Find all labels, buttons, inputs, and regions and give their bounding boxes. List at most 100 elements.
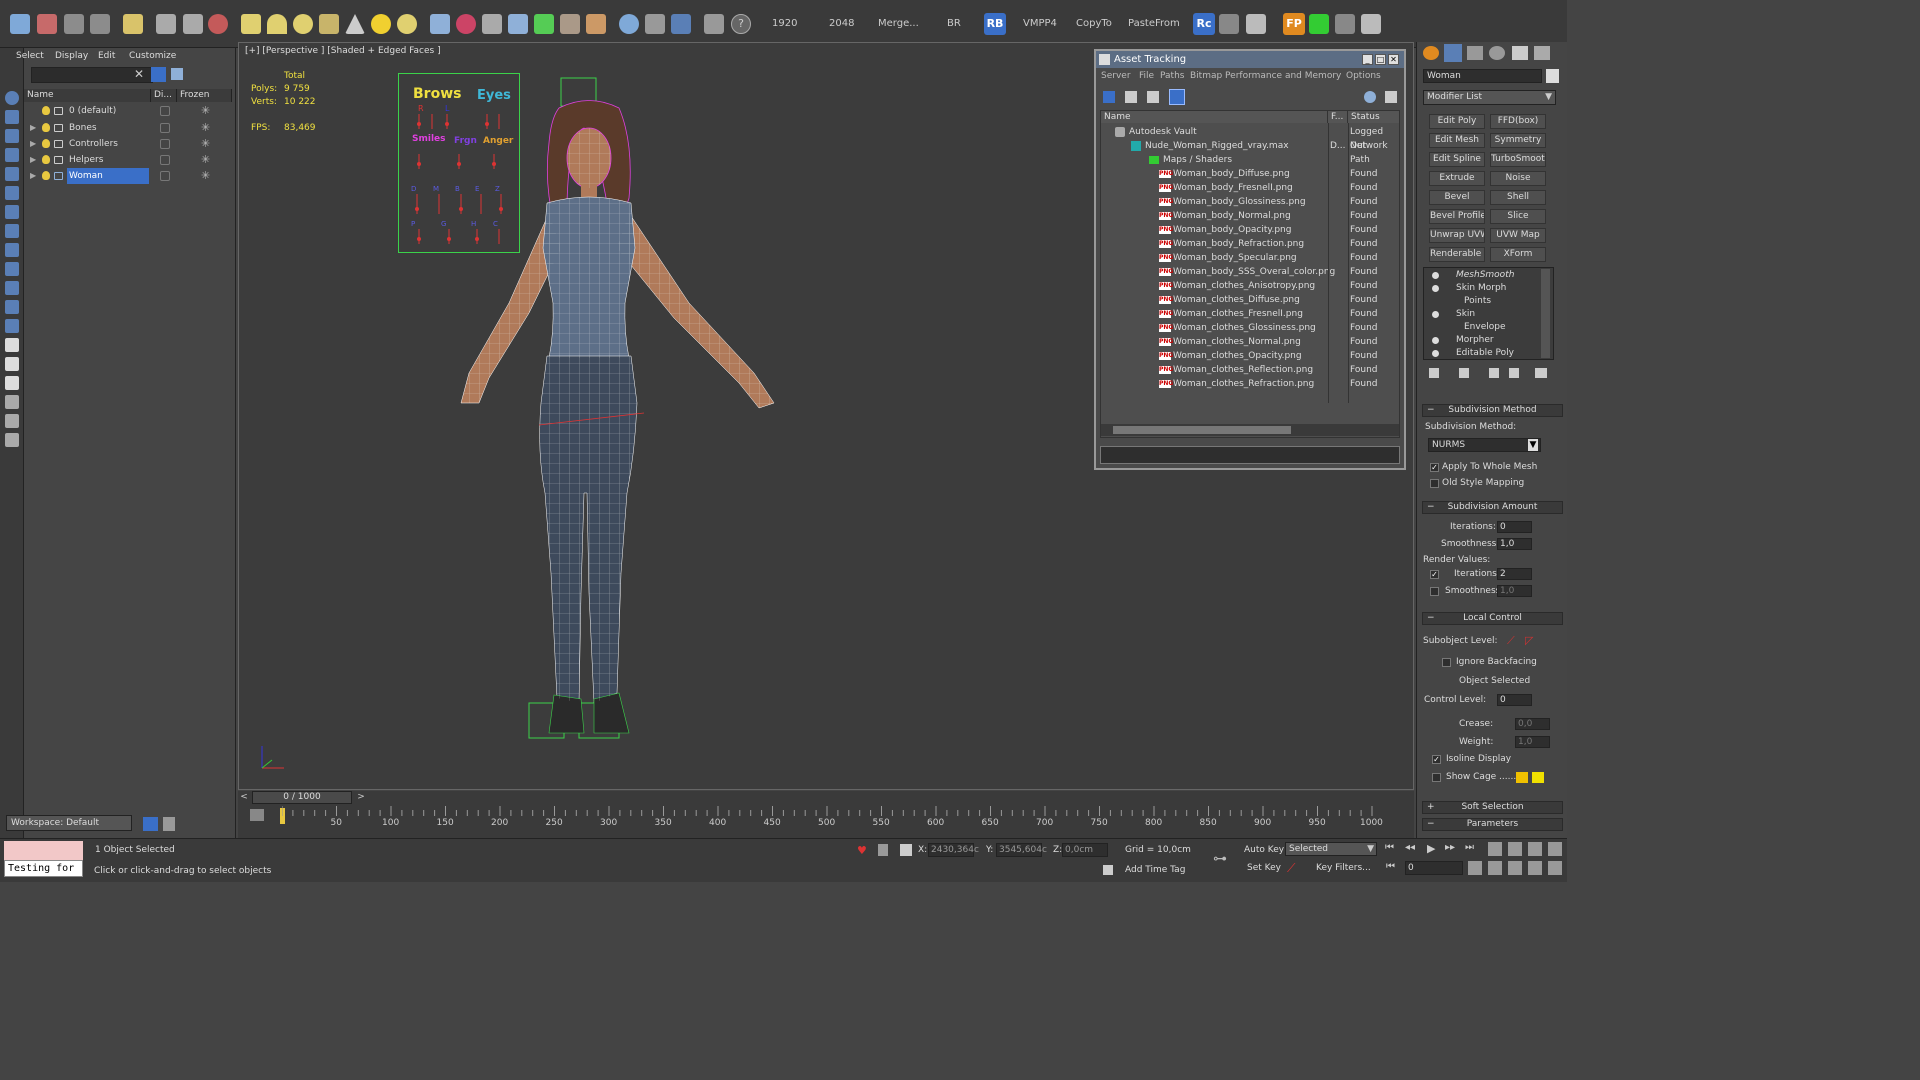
asset-row[interactable]: PNG Woman_body_Glossiness.png Found: [1101, 195, 1399, 209]
asset-row[interactable]: PNG Woman_body_FresnelI.png Found: [1101, 181, 1399, 195]
asset-row[interactable]: PNG Woman_clothes_Anisotropy.png Found: [1101, 279, 1399, 293]
configure-sets-icon[interactable]: [1535, 368, 1547, 378]
absolute-mode-icon[interactable]: [900, 844, 912, 856]
modifier-toggle-icon[interactable]: [1432, 311, 1439, 318]
workspace-dropdown[interactable]: Workspace: Default: [6, 815, 132, 831]
modifier-button-renderable-spline[interactable]: Renderable Spline: [1429, 247, 1485, 262]
render-iterations-spinner[interactable]: 2: [1497, 568, 1532, 580]
modifier-toggle-icon[interactable]: [1432, 285, 1439, 292]
freeze-snowflake-icon[interactable]: ✳: [201, 136, 210, 152]
layer-manager-icon[interactable]: [64, 14, 84, 34]
network-icon[interactable]: [508, 14, 528, 34]
y-coordinate-field[interactable]: 3545,604c: [996, 843, 1047, 857]
display-objects-icon[interactable]: [5, 91, 19, 105]
asset-row[interactable]: PNG Woman_body_SSS_Overal_color.png Found: [1101, 265, 1399, 279]
asset-row[interactable]: PNG Woman_clothes_Opacity.png Found: [1101, 349, 1399, 363]
modifier-toggle-icon[interactable]: [1432, 350, 1439, 357]
track-bar-icon[interactable]: [250, 809, 264, 821]
expand-arrow-icon[interactable]: ▶: [30, 152, 36, 168]
copyto-button[interactable]: CopyTo: [1076, 18, 1112, 29]
display-containers-icon[interactable]: [5, 281, 19, 295]
expand-arrow-icon[interactable]: ▶: [30, 168, 36, 184]
rb-button[interactable]: RB: [984, 13, 1006, 35]
show-cage-checkbox[interactable]: [1432, 773, 1441, 782]
play-icon[interactable]: ▶: [1427, 842, 1441, 856]
horizontal-scrollbar[interactable]: [1101, 424, 1399, 436]
display-none-icon[interactable]: [5, 357, 19, 371]
modifier-button-unwrap-uvw[interactable]: Unwrap UVW: [1429, 228, 1485, 243]
display-shapes-icon[interactable]: [5, 129, 19, 143]
set-key-icon[interactable]: ⟋: [1287, 861, 1303, 875]
sync-selection-icon[interactable]: [5, 395, 19, 409]
asset-tracking-titlebar[interactable]: Asset Tracking _ □ ✕: [1096, 51, 1404, 68]
render-iterations-checkbox[interactable]: ✓: [1430, 570, 1439, 579]
close-button[interactable]: ✕: [1388, 54, 1399, 65]
asset-row[interactable]: PNG Woman_body_Specular.png Found: [1101, 251, 1399, 265]
maximize-viewport-icon[interactable]: [1548, 861, 1562, 875]
zoom-all-icon[interactable]: [1508, 842, 1522, 856]
key-filters-button[interactable]: Key Filters...: [1316, 863, 1371, 873]
set-key-button[interactable]: Set Key: [1247, 863, 1281, 873]
merge-button[interactable]: Merge...: [878, 18, 919, 29]
asset-menu-paths[interactable]: Paths: [1160, 71, 1184, 81]
freeze-snowflake-icon[interactable]: ✳: [201, 168, 210, 184]
display-box-icon[interactable]: [160, 123, 170, 133]
asset-menu-bitmap-performance[interactable]: Bitmap Performance and Memory: [1190, 71, 1341, 81]
lightbulb-icon[interactable]: [42, 123, 50, 132]
mirror-icon[interactable]: [704, 14, 724, 34]
display-xrefs-icon[interactable]: [5, 243, 19, 257]
stack-item[interactable]: Points: [1464, 296, 1491, 306]
cone-icon[interactable]: [345, 14, 365, 34]
camera-icon[interactable]: [671, 14, 691, 34]
sun-icon[interactable]: [371, 14, 391, 34]
object-name-field[interactable]: Woman: [1423, 69, 1542, 83]
prev-frame-icon[interactable]: <: [238, 791, 250, 804]
auto-key-button[interactable]: Auto Key: [1244, 845, 1284, 855]
modifier-button-extrude[interactable]: Extrude: [1429, 171, 1485, 186]
explorer-row-controllers[interactable]: ▶ Controllers ✳: [24, 136, 232, 152]
hair-icon[interactable]: [560, 14, 580, 34]
box-icon[interactable]: [241, 14, 261, 34]
z-coordinate-field[interactable]: 0,0cm: [1062, 843, 1108, 857]
stack-item[interactable]: Editable Poly: [1456, 348, 1514, 358]
display-tab-icon[interactable]: [1512, 46, 1528, 60]
time-config-icon[interactable]: [1468, 861, 1482, 875]
scene-explorer-icon[interactable]: [90, 14, 110, 34]
refresh-icon[interactable]: [1103, 91, 1115, 103]
render-smoothness-checkbox[interactable]: [1430, 587, 1439, 596]
iterations-spinner[interactable]: 0: [1497, 521, 1532, 533]
parameters-rollout[interactable]: − Parameters: [1422, 818, 1563, 831]
key-mode-toggle-icon[interactable]: ⏮: [1386, 861, 1400, 875]
clear-search-icon[interactable]: ✕: [134, 67, 146, 81]
tools2-icon[interactable]: [1335, 14, 1355, 34]
modifier-button-ffd-box-[interactable]: FFD(box): [1490, 114, 1546, 129]
x-coordinate-field[interactable]: 2430,364c: [928, 843, 979, 857]
timeline[interactable]: < 0 / 1000 > 50 100 150 200 250 300 350 400 450 5…: [238, 791, 1414, 838]
asset-row[interactable]: Nude_Woman_Rigged_vray.max D... Network Pa…: [1101, 139, 1399, 165]
display-geometry-icon[interactable]: [5, 110, 19, 124]
isoline-display-checkbox[interactable]: ✓: [1432, 755, 1441, 764]
particle-icon[interactable]: [156, 14, 176, 34]
next-frame-icon[interactable]: >: [355, 791, 367, 804]
list-icon[interactable]: [1246, 14, 1266, 34]
modifier-toggle-icon[interactable]: [1432, 272, 1439, 279]
sphere-icon[interactable]: [293, 14, 313, 34]
explorer-row-bones[interactable]: ▶ Bones ✳: [24, 120, 232, 136]
explorer-menu-edit[interactable]: Edit: [98, 51, 115, 61]
local-control-rollout[interactable]: − Local Control: [1422, 612, 1563, 625]
fp-button[interactable]: FP: [1283, 13, 1305, 35]
pin-stack-icon[interactable]: [1429, 368, 1439, 378]
mini-listener-input[interactable]: Testing for: [4, 860, 83, 877]
asset-column-full-path[interactable]: F...: [1328, 111, 1348, 123]
subdivision-amount-rollout[interactable]: − Subdivision Amount: [1422, 501, 1563, 514]
orbit-icon[interactable]: [1528, 861, 1542, 875]
modifier-toggle-icon[interactable]: [1432, 337, 1439, 344]
zoom-extents-icon[interactable]: [1528, 842, 1542, 856]
rotate-icon[interactable]: [183, 14, 203, 34]
asset-row[interactable]: PNG Woman_body_Diffuse.png Found: [1101, 167, 1399, 181]
asset-row[interactable]: Autodesk Vault Logged Out: [1101, 125, 1399, 151]
expand-arrow-icon[interactable]: ▶: [30, 120, 36, 136]
weight-spinner[interactable]: 1,0: [1515, 736, 1550, 748]
current-frame-field[interactable]: 0: [1405, 861, 1463, 875]
asset-path-field[interactable]: [1100, 446, 1400, 464]
